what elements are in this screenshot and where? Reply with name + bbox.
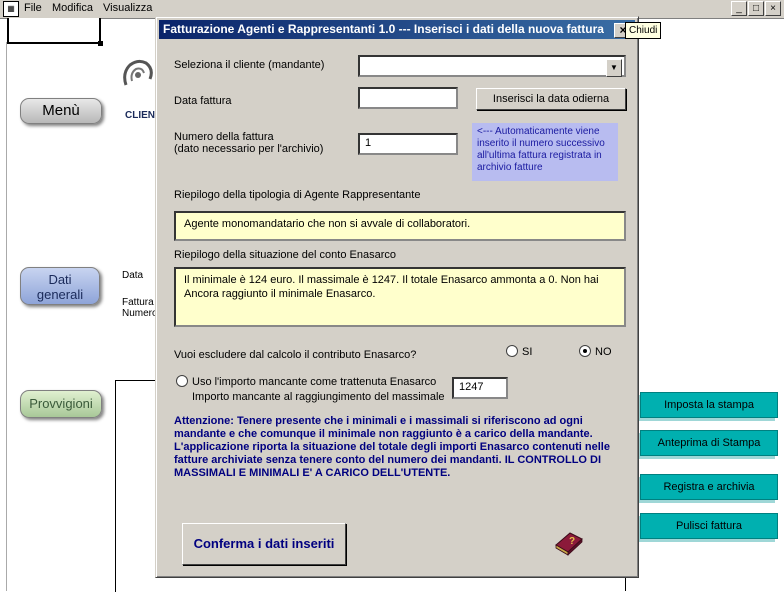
svg-text:?: ? xyxy=(569,536,575,547)
dialog-title: Fatturazione Agenti e Rappresentanti 1.0… xyxy=(163,22,604,36)
radio-no-label: NO xyxy=(595,346,612,358)
numero-fattura-input[interactable]: 1 xyxy=(358,133,458,155)
logo-icon xyxy=(123,59,153,86)
chevron-down-icon[interactable]: ▼ xyxy=(606,59,622,77)
radio-no-circle[interactable] xyxy=(579,345,591,357)
invoice-dialog: Fatturazione Agenti e Rappresentanti 1.0… xyxy=(155,16,639,578)
enasarco-label: Riepilogo della situazione del conto Ena… xyxy=(174,249,396,261)
data-fattura-input[interactable] xyxy=(358,87,458,109)
menu-button[interactable]: Menù xyxy=(20,98,102,124)
grid-line xyxy=(6,42,7,591)
window-controls: _ □ × xyxy=(730,1,781,16)
escludere-label: Vuoi escludere dal calcolo il contributo… xyxy=(174,349,417,361)
clienti-label: CLIEN xyxy=(125,110,155,121)
radio-si-label: SI xyxy=(522,346,533,358)
close-window-button[interactable]: × xyxy=(765,1,781,16)
bg-numero-label: Numero xyxy=(122,308,158,319)
warning-text: Attenzione: Tenere presente che i minima… xyxy=(174,415,610,479)
bg-fattura-label: Fattura xyxy=(122,297,154,308)
menu-modifica[interactable]: Modifica xyxy=(52,2,93,14)
menu-file[interactable]: File xyxy=(24,2,42,14)
numero-label-1: Numero della fattura xyxy=(174,131,274,143)
dialog-title-bar[interactable]: Fatturazione Agenti e Rappresentanti 1.0… xyxy=(159,20,635,39)
numero-label-2: (dato necessario per l'archivio) xyxy=(174,143,324,155)
pulisci-fattura-button[interactable]: Pulisci fattura xyxy=(640,513,778,539)
registra-archivia-button[interactable]: Registra e archivia xyxy=(640,474,778,500)
uso-importo-option[interactable]: Uso l'importo mancante come trattenuta E… xyxy=(176,375,436,388)
radio-si[interactable]: SI xyxy=(506,345,532,358)
imposta-stampa-button[interactable]: Imposta la stampa xyxy=(640,392,778,418)
minimize-button[interactable]: _ xyxy=(731,1,747,16)
chiudi-tooltip: Chiudi xyxy=(625,22,662,39)
data-fattura-label: Data fattura xyxy=(174,95,232,107)
provvigioni-button[interactable]: Provvigioni xyxy=(20,390,102,418)
anteprima-stampa-button[interactable]: Anteprima di Stampa xyxy=(640,430,778,456)
radio-no[interactable]: NO xyxy=(579,345,612,358)
cliente-label: Seleziona il cliente (mandante) xyxy=(174,59,325,71)
bg-data-label: Data xyxy=(122,270,144,281)
tipologia-box: Agente monomandatario che non si avvale … xyxy=(174,211,626,241)
radio-si-circle[interactable] xyxy=(506,345,518,357)
importo-label: Importo mancante al raggiungimento del m… xyxy=(192,391,445,403)
numero-info-box: <--- Automaticamente viene inserito il n… xyxy=(472,123,618,181)
dati-generali-button[interactable]: Dati generali xyxy=(20,267,100,305)
data-odierna-button[interactable]: Inserisci la data odierna xyxy=(476,88,626,110)
restore-button[interactable]: □ xyxy=(748,1,764,16)
uso-importo-radio[interactable] xyxy=(176,375,188,387)
tipologia-label: Riepilogo della tipologia di Agente Rapp… xyxy=(174,189,421,201)
importo-mancante-field[interactable]: 1247 xyxy=(452,377,508,399)
conferma-button[interactable]: Conferma i dati inseriti xyxy=(182,523,346,565)
book-icon[interactable]: ? xyxy=(552,523,586,557)
dati-label-line1: Dati xyxy=(48,272,72,287)
uso-importo-label: Uso l'importo mancante come trattenuta E… xyxy=(192,376,437,388)
app-icon[interactable]: ▦ xyxy=(3,1,19,17)
enasarco-box: Il minimale è 124 euro. Il massimale è 1… xyxy=(174,267,626,327)
menu-visualizza[interactable]: Visualizza xyxy=(103,2,152,14)
dati-label-line2: generali xyxy=(36,287,84,302)
selected-cell[interactable] xyxy=(7,18,103,46)
cliente-select[interactable]: ▼ xyxy=(358,55,626,77)
